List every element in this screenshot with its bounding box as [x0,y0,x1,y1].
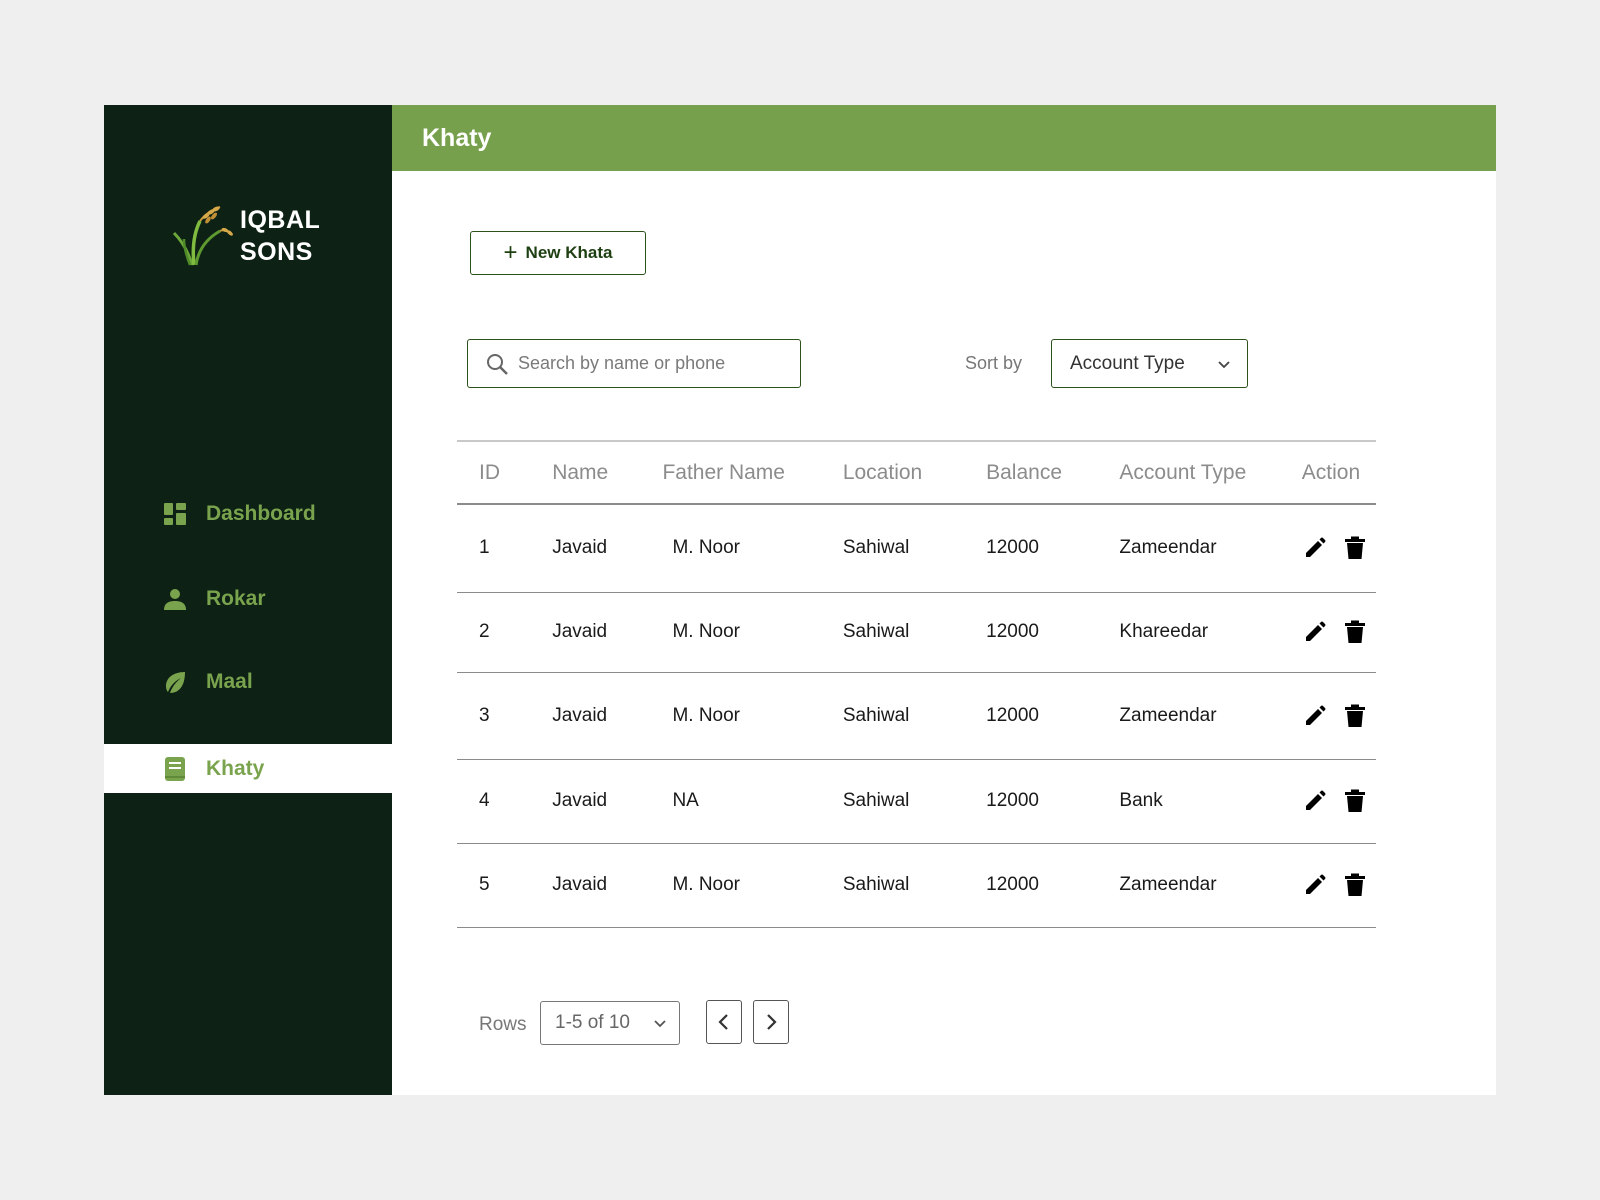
cell-account-type: Bank [1119,790,1163,811]
cell-location: Sahiwal [842,790,910,811]
trash-icon[interactable] [1342,619,1368,645]
search-icon [487,353,508,375]
sidebar-item-label: Dashboard [206,502,316,525]
page-title: Khaty [422,123,492,152]
rows-per-page-select[interactable]: 1-5 of 10 [540,1001,680,1045]
wheat-logo-icon [172,206,233,266]
cell-account-type: Zameendar [1119,704,1217,726]
cell-actions [1302,592,1376,672]
cell-account-type: Zameendar [1119,874,1217,895]
edit-icon[interactable] [1302,788,1328,814]
app-window: IQBAL SONS Dashboard Rokar Maal Khaty Kh… [104,105,1496,1095]
cell-balance: 12000 [986,537,1039,559]
table-row: 2 Javaid M. Noor Sahiwal 12000 Khareedar [457,592,1376,672]
column-header-id[interactable]: ID [457,441,552,504]
chevron-down-icon [654,1020,666,1028]
edit-icon[interactable] [1302,535,1328,561]
cell-name: Javaid [552,704,608,726]
trash-icon[interactable] [1342,703,1368,729]
cell-id: 5 [479,874,490,895]
edit-icon[interactable] [1302,703,1328,729]
cell-father-name: M. Noor [672,537,741,559]
sidebar-item-label: Rokar [206,587,266,610]
column-header-name[interactable]: Name [552,441,662,504]
cell-actions [1302,759,1376,843]
trash-icon[interactable] [1342,872,1368,898]
cell-balance: 12000 [986,621,1039,642]
edit-icon[interactable] [1302,872,1328,898]
table-row: 3 Javaid M. Noor Sahiwal 12000 Zameendar [457,672,1376,759]
cell-balance: 12000 [986,790,1039,811]
cell-id: 4 [479,790,490,811]
sidebar-item-label: Khaty [206,756,265,780]
table-row: 1 Javaid M. Noor Sahiwal 12000 Zameendar [457,504,1376,592]
cell-location: Sahiwal [842,621,910,642]
ledger-icon [162,756,188,782]
cell-location: Sahiwal [842,874,910,895]
chevron-right-icon [767,1014,777,1030]
cell-location: Sahiwal [842,537,910,559]
chevron-down-icon [1218,360,1230,368]
new-khata-label: New Khata [525,243,613,262]
table-row: 4 Javaid NA Sahiwal 12000 Bank [457,759,1376,843]
leaf-icon [162,669,188,695]
next-page-button[interactable] [753,1000,789,1044]
sidebar: IQBAL SONS Dashboard Rokar Maal Khaty [104,105,392,1095]
sort-select-value: Account Type [1070,352,1185,374]
cell-father-name: M. Noor [672,874,741,895]
brand-name: IQBAL SONS [240,204,320,268]
cell-name: Javaid [552,790,608,811]
column-header-account-type[interactable]: Account Type [1119,441,1301,504]
sidebar-item-khaty[interactable]: Khaty [104,744,392,793]
sidebar-item-label: Maal [206,670,253,693]
cell-balance: 12000 [986,704,1039,726]
cell-balance: 12000 [986,874,1039,895]
cell-account-type: Khareedar [1119,621,1209,642]
dashboard-icon [162,501,188,527]
cell-father-name: NA [672,790,699,811]
cell-actions [1302,843,1376,927]
column-header-action: Action [1301,460,1361,484]
brand-logo: IQBAL SONS [170,203,320,269]
cell-id: 2 [479,621,490,642]
sort-by-label: Sort by [965,353,1023,373]
plus-icon: + [503,239,518,266]
khata-table: ID Name Father Name Location Balance Acc… [457,440,1376,928]
column-header-father-name[interactable]: Father Name [662,441,842,504]
search-box[interactable] [467,339,801,388]
search-input[interactable] [518,353,788,374]
edit-icon[interactable] [1302,619,1328,645]
column-header-balance[interactable]: Balance [986,441,1119,504]
page-header: Khaty [392,105,1496,171]
cell-actions [1302,504,1376,592]
cell-actions [1302,672,1376,759]
cell-account-type: Zameendar [1119,537,1217,559]
cell-id: 1 [479,537,490,559]
cell-location: Sahiwal [842,704,910,726]
prev-page-button[interactable] [706,1000,742,1044]
chevron-left-icon [718,1014,728,1030]
sidebar-item-rokar[interactable]: Rokar [104,575,392,623]
main-content: Khaty + New Khata Sort by Account Type I… [392,105,1496,1095]
sidebar-item-maal[interactable]: Maal [104,658,392,706]
cell-id: 3 [479,704,490,726]
trash-icon[interactable] [1342,788,1368,814]
rows-label: Rows [479,1014,527,1035]
cell-father-name: M. Noor [672,704,741,726]
cell-name: Javaid [552,874,608,895]
sidebar-item-dashboard[interactable]: Dashboard [104,490,392,538]
person-icon [162,586,188,612]
table-row: 5 Javaid M. Noor Sahiwal 12000 Zameendar [457,843,1376,927]
cell-father-name: M. Noor [672,621,741,642]
cell-name: Javaid [552,537,608,559]
cell-name: Javaid [552,621,608,642]
column-header-location[interactable]: Location [843,441,986,504]
brand-line1: IQBAL [240,206,321,234]
rows-range-value: 1-5 of 10 [555,1012,630,1033]
sort-select[interactable]: Account Type [1051,339,1248,388]
table-header-row: ID Name Father Name Location Balance Acc… [457,441,1376,504]
trash-icon[interactable] [1342,535,1368,561]
new-khata-button[interactable]: + New Khata [470,231,646,275]
brand-line2: SONS [240,238,313,266]
